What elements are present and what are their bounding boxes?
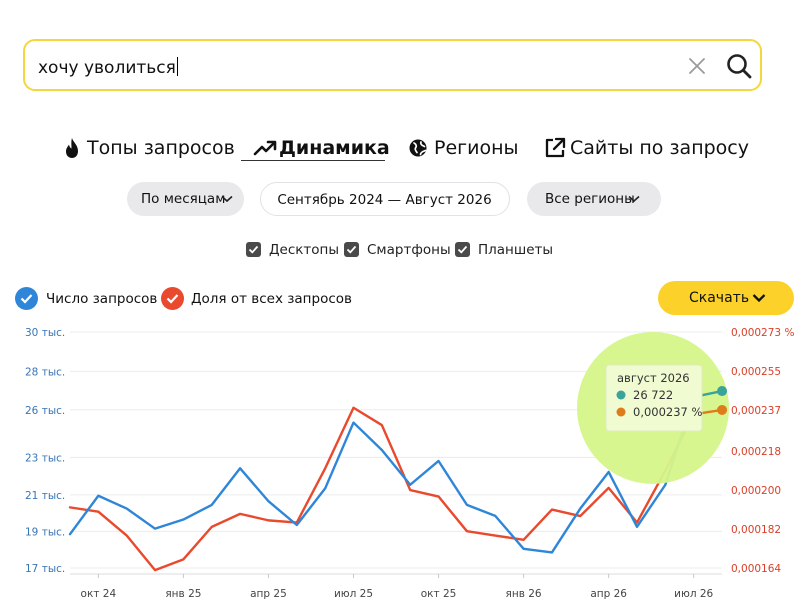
checkbox-checked-icon — [344, 242, 359, 257]
hover-point-count — [717, 386, 728, 397]
x-tick-label: окт 25 — [421, 588, 457, 600]
legend-toggle-count[interactable]: Число запросов — [15, 287, 157, 311]
tooltip-title: август 2026 — [617, 371, 690, 385]
device-label: Планшеты — [478, 242, 554, 258]
dynamics-chart: 17 тыс. 19 тыс. 21 тыс. 23 тыс. 26 тыс. 28 ты… — [25, 327, 794, 600]
search-box[interactable]: хочу уволиться — [23, 39, 762, 91]
external-link-icon — [545, 137, 566, 158]
date-range-value: Сентябрь 2024 — Август 2026 — [277, 192, 492, 208]
y-right-tick-label: 0,000164 — [731, 563, 781, 575]
y-left-tick-label: 17 тыс. — [25, 563, 65, 575]
tab-label: Динамика — [279, 137, 390, 159]
download-label: Скачать — [689, 290, 750, 306]
tooltip-share-value: 0,000237 % — [633, 405, 703, 419]
checkbox-checked-icon — [455, 242, 470, 257]
legend-toggle-share[interactable]: Доля от всех запросов — [161, 287, 352, 311]
clear-icon[interactable] — [685, 54, 709, 78]
chevron-down-icon — [752, 294, 766, 303]
download-button[interactable]: Скачать — [658, 281, 794, 315]
tab-label: Регионы — [434, 137, 519, 159]
device-checkbox-desktop[interactable]: Десктопы — [246, 241, 340, 259]
globe-icon — [409, 139, 427, 157]
region-select[interactable]: Все регионы — [527, 182, 661, 216]
x-tick-label: янв 26 — [506, 588, 542, 600]
y-left-tick-label: 19 тыс. — [25, 526, 65, 538]
chevron-down-icon — [628, 195, 640, 203]
y-left-tick-label: 30 тыс. — [25, 327, 65, 339]
chart-tooltip: август 2026 26 722 0,000237 % — [605, 364, 703, 432]
fire-icon — [66, 138, 78, 158]
y-left-tick-label: 26 тыс. — [25, 405, 65, 417]
tooltip-count-dot — [616, 390, 626, 400]
tab-label: Сайты по запросу — [570, 137, 749, 159]
y-left-tick-label: 23 тыс. — [25, 452, 65, 464]
y-right-tick-label: 0,000237 — [731, 405, 781, 417]
x-tick-label: апр 26 — [590, 588, 627, 600]
y-right-tick-label: 0,000200 — [731, 485, 781, 497]
region-value: Все регионы — [545, 191, 635, 207]
search-input[interactable]: хочу уволиться — [38, 57, 178, 78]
y-right-tick-label: 0,000182 — [731, 524, 781, 536]
device-label: Смартфоны — [367, 242, 451, 258]
tab-regions[interactable]: Регионы — [408, 136, 519, 162]
y-left-tick-label: 28 тыс. — [25, 366, 65, 378]
hover-point-share — [717, 404, 728, 415]
x-tick-label: июл 25 — [334, 588, 373, 600]
tab-sites[interactable]: Сайты по запросу — [544, 136, 749, 162]
date-range-picker[interactable]: Сентябрь 2024 — Август 2026 — [260, 182, 510, 216]
period-select[interactable]: По месяцам — [127, 182, 244, 216]
y-right-tick-label: 0,000273 % — [731, 327, 794, 339]
tab-top-queries[interactable]: Топы запросов — [63, 136, 235, 162]
y-right-tick-label: 0,000255 — [731, 366, 781, 378]
x-tick-label: окт 24 — [81, 588, 117, 600]
device-checkbox-smartphone[interactable]: Смартфоны — [344, 241, 451, 259]
check-icon — [161, 287, 184, 310]
tooltip-share-dot — [616, 407, 626, 417]
tab-label: Топы запросов — [87, 137, 235, 159]
tab-dynamics[interactable]: Динамика — [241, 136, 390, 161]
x-tick-label: июл 26 — [674, 588, 713, 600]
trend-up-icon — [253, 140, 277, 156]
legend-label: Число запросов — [46, 291, 158, 307]
check-icon — [15, 287, 38, 310]
checkbox-checked-icon — [246, 242, 261, 257]
search-icon[interactable] — [725, 52, 753, 80]
x-tick-label: апр 25 — [250, 588, 287, 600]
chevron-down-icon — [221, 195, 233, 203]
legend-label: Доля от всех запросов — [191, 291, 352, 307]
text-caret — [176, 57, 178, 76]
x-tick-label: янв 25 — [165, 588, 201, 600]
y-right-tick-label: 0,000218 — [731, 446, 781, 458]
period-value: По месяцам — [141, 191, 226, 207]
y-left-tick-label: 21 тыс. — [25, 490, 65, 502]
device-checkbox-tablet[interactable]: Планшеты — [455, 241, 553, 259]
tooltip-count-value: 26 722 — [633, 388, 673, 402]
device-label: Десктопы — [269, 242, 340, 258]
